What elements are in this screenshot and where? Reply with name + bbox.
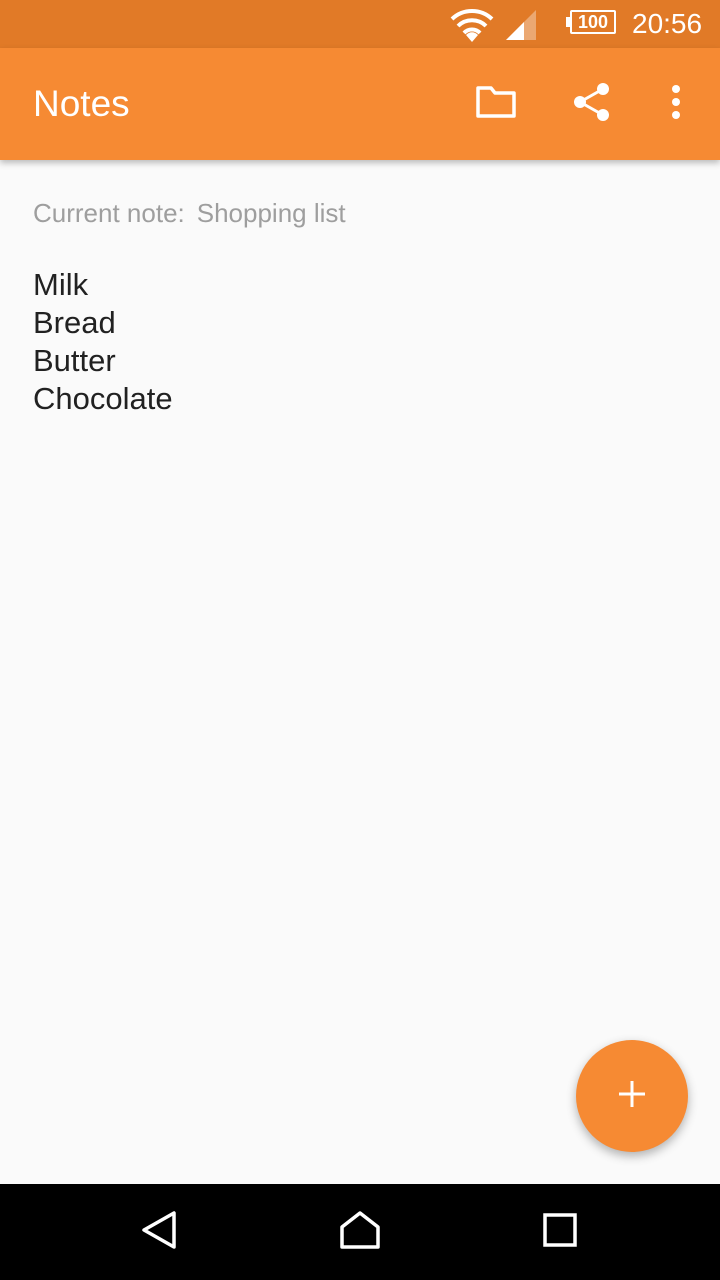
add-note-button[interactable]	[576, 1040, 688, 1152]
status-bar: 100 20:56	[0, 0, 720, 48]
home-button[interactable]	[328, 1200, 392, 1264]
back-icon	[140, 1210, 180, 1255]
note-content: Current note: Shopping list Milk Bread Bu…	[0, 160, 720, 1184]
navigation-bar	[0, 1184, 720, 1280]
note-line: Bread	[33, 305, 116, 340]
open-folder-button[interactable]	[468, 76, 524, 132]
current-note-indicator: Current note: Shopping list	[33, 196, 346, 230]
current-note-label: Current note:	[33, 198, 185, 228]
add-icon	[617, 1079, 647, 1114]
note-line: Chocolate	[33, 381, 173, 416]
note-line: Butter	[33, 343, 116, 378]
app-bar: Notes	[0, 48, 720, 160]
overflow-menu-button[interactable]	[648, 76, 704, 132]
wifi-icon	[450, 8, 494, 42]
current-note-name: Shopping list	[196, 198, 346, 228]
share-button[interactable]	[564, 76, 620, 132]
recents-button[interactable]	[528, 1200, 592, 1264]
more-vert-icon	[670, 84, 682, 125]
share-icon	[572, 82, 612, 127]
app-title: Notes	[33, 83, 130, 124]
recents-icon	[542, 1212, 578, 1253]
back-button[interactable]	[128, 1200, 192, 1264]
battery-level: 100	[577, 12, 609, 32]
clock: 20:56	[632, 8, 703, 39]
signal-icon	[504, 10, 538, 40]
battery-icon: 100	[566, 10, 618, 36]
folder-icon	[475, 85, 517, 124]
home-icon	[339, 1210, 381, 1255]
note-line: Milk	[33, 267, 89, 302]
note-editor[interactable]: Milk Bread Butter Chocolate	[33, 266, 173, 418]
